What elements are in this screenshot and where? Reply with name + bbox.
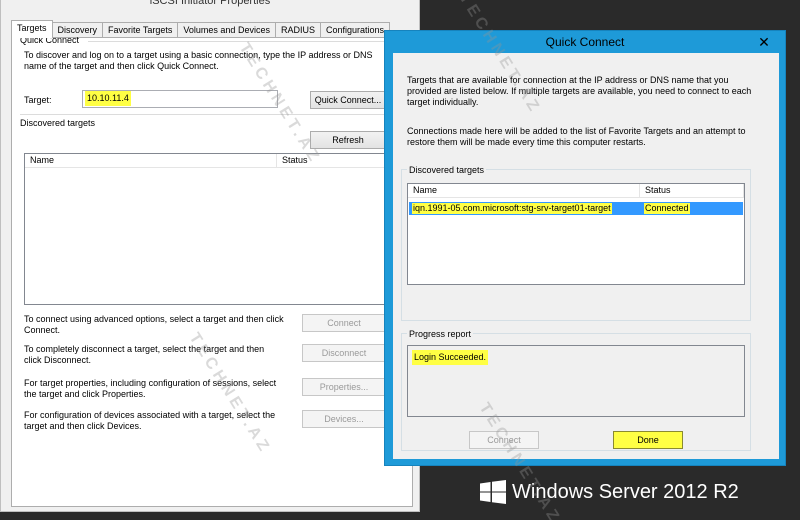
- column-name[interactable]: Name: [408, 184, 640, 197]
- progress-label: Progress report: [407, 329, 474, 339]
- done-button[interactable]: Done: [613, 431, 683, 449]
- target-label: Target:: [24, 95, 52, 105]
- tab-configurations[interactable]: Configurations: [319, 22, 391, 38]
- table-row[interactable]: iqn.1991-05.com.microsoft:stg-srv-target…: [409, 202, 743, 215]
- properties-help-text: For target properties, including configu…: [24, 378, 277, 399]
- disconnect-button[interactable]: Disconnect: [302, 344, 386, 362]
- tab-targets[interactable]: Targets: [11, 20, 53, 38]
- tab-volumes-and-devices[interactable]: Volumes and Devices: [177, 22, 276, 38]
- windows-logo-icon: [480, 480, 506, 504]
- column-status[interactable]: Status: [277, 154, 393, 167]
- quick-connect-description: To discover and log on to a target using…: [24, 50, 373, 71]
- column-status[interactable]: Status: [640, 184, 744, 197]
- devices-button[interactable]: Devices...: [302, 410, 386, 428]
- connect-button[interactable]: Connect: [302, 314, 386, 332]
- intro-text: Targets that are available for connectio…: [407, 75, 752, 107]
- target-status: Connected: [644, 203, 690, 214]
- target-input[interactable]: 10.10.11.4: [82, 90, 278, 108]
- iscsi-initiator-properties-window: iSCSI Initiator Properties Targets Disco…: [0, 0, 420, 512]
- favorites-note: Connections made here will be added to t…: [407, 126, 746, 147]
- discovered-targets-label: Discovered targets: [407, 165, 487, 175]
- progress-report-box: Login Succeeded.: [407, 345, 745, 417]
- quick-connect-dialog: Quick Connect ✕ Targets that are availab…: [384, 30, 786, 466]
- window-title: iSCSI Initiator Properties: [1, 0, 419, 9]
- progress-text: Login Succeeded.: [412, 350, 489, 365]
- list-header: Name Status: [408, 184, 744, 198]
- discovered-targets-list[interactable]: Name Status iqn.1991-05.com.microsoft:st…: [407, 183, 745, 285]
- dialog-titlebar: Quick Connect ✕: [385, 31, 785, 53]
- targets-tab-panel: Quick Connect To discover and log on to …: [11, 35, 413, 507]
- column-name[interactable]: Name: [25, 154, 277, 167]
- discovered-targets-label: Discovered targets: [20, 118, 96, 128]
- windows-server-branding: Windows Server 2012 R2: [480, 480, 739, 504]
- target-iqn: iqn.1991-05.com.microsoft:stg-srv-target…: [412, 203, 612, 214]
- close-icon[interactable]: ✕: [749, 31, 779, 53]
- target-value: 10.10.11.4: [85, 91, 131, 106]
- dialog-body: Targets that are available for connectio…: [393, 53, 779, 459]
- dialog-title: Quick Connect: [545, 35, 625, 49]
- quick-connect-button[interactable]: Quick Connect...: [310, 91, 386, 109]
- tab-favorite-targets[interactable]: Favorite Targets: [102, 22, 179, 38]
- connect-help-text: To connect using advanced options, selec…: [24, 314, 284, 335]
- disconnect-help-text: To completely disconnect a target, selec…: [24, 344, 265, 365]
- tab-radius[interactable]: RADIUS: [274, 22, 321, 38]
- discovered-targets-list[interactable]: Name Status: [24, 153, 394, 305]
- properties-button[interactable]: Properties...: [302, 378, 386, 396]
- refresh-button[interactable]: Refresh: [310, 131, 386, 149]
- list-header: Name Status: [25, 154, 393, 168]
- group-divider: [20, 114, 406, 115]
